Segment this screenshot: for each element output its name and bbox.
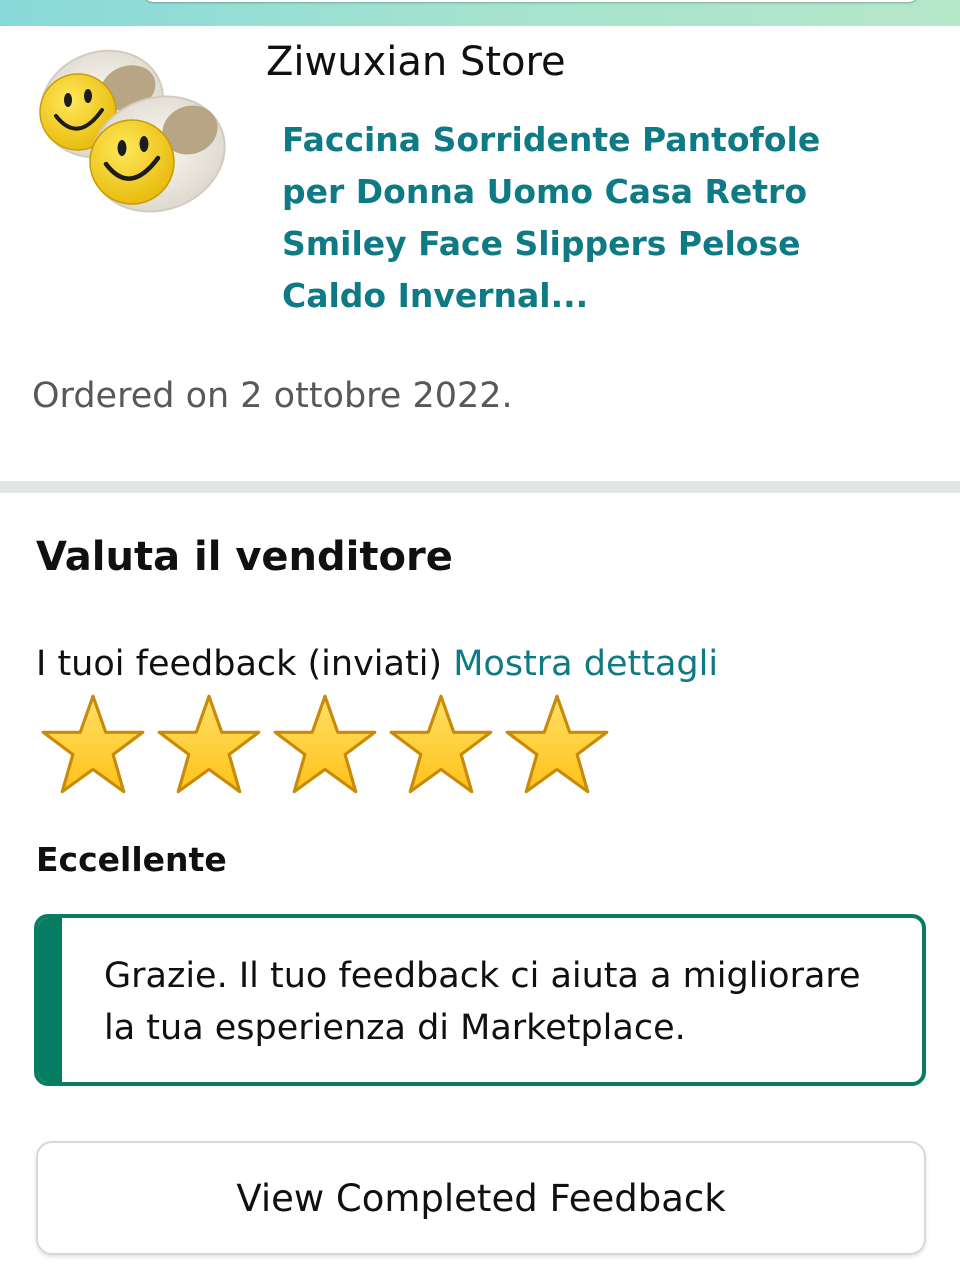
alert-message: Grazie. Il tuo feedback ci aiuta a migli… <box>104 956 861 1048</box>
alert-accent-bar <box>38 918 62 1082</box>
star-icon[interactable] <box>388 692 494 798</box>
product-image[interactable] <box>30 42 230 222</box>
success-alert: Grazie. Il tuo feedback ci aiuta a migli… <box>34 914 926 1086</box>
rate-seller-heading: Valuta il venditore <box>36 534 453 580</box>
top-search-bar-strip <box>0 0 960 26</box>
view-completed-feedback-button[interactable]: View Completed Feedback <box>36 1141 926 1255</box>
show-details-link[interactable]: Mostra dettagli <box>453 644 718 684</box>
order-date: Ordered on 2 ottobre 2022. <box>32 376 513 416</box>
search-bar-edge[interactable] <box>142 0 920 2</box>
star-rating[interactable] <box>40 692 620 798</box>
star-icon[interactable] <box>504 692 610 798</box>
section-divider <box>0 481 960 493</box>
star-icon[interactable] <box>40 692 146 798</box>
star-icon[interactable] <box>272 692 378 798</box>
star-icon[interactable] <box>156 692 262 798</box>
rating-word: Eccellente <box>36 840 227 879</box>
feedback-sent-label: I tuoi feedback (inviati) <box>36 644 443 684</box>
store-name: Ziwuxian Store <box>266 39 566 85</box>
product-title-link[interactable]: Faccina Sorridente Pantofole per Donna U… <box>282 114 842 322</box>
feedback-status-line: I tuoi feedback (inviati) Mostra dettagl… <box>36 640 718 688</box>
